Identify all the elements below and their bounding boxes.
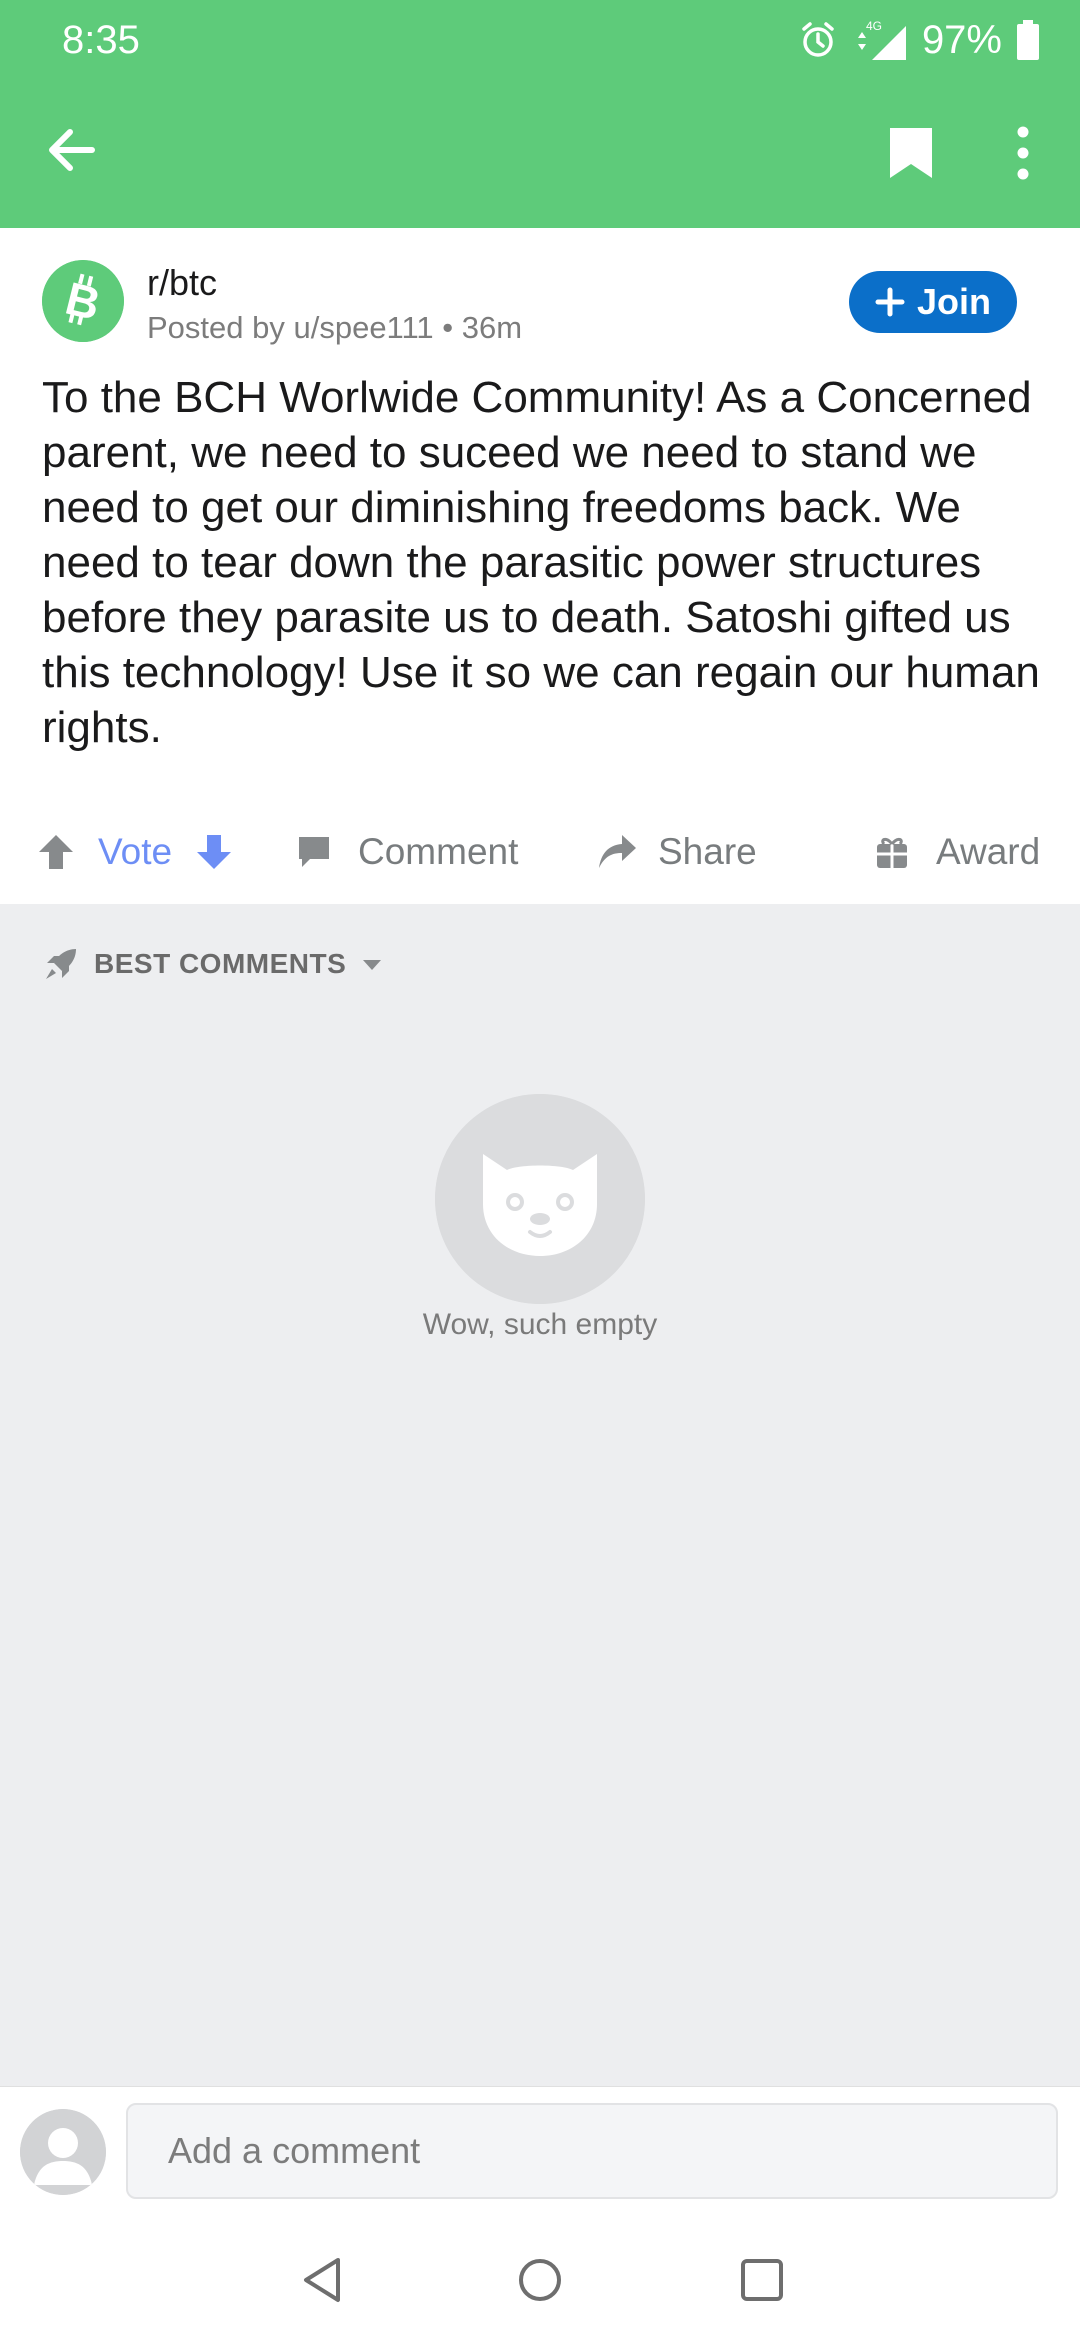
- upvote-icon[interactable]: [36, 832, 76, 872]
- vote-group: Vote: [36, 820, 234, 884]
- downvote-icon[interactable]: [194, 832, 234, 872]
- gift-icon: [877, 837, 907, 868]
- comment-label: Comment: [358, 831, 519, 872]
- chevron-down-icon: [363, 960, 382, 970]
- back-nav-icon[interactable]: [294, 2252, 350, 2308]
- subreddit-name[interactable]: r/btc: [147, 262, 217, 304]
- rocket-icon: [46, 949, 76, 979]
- user-avatar[interactable]: [20, 2109, 106, 2195]
- comment-sort-dropdown[interactable]: BEST COMMENTS: [42, 940, 384, 988]
- battery-icon: [1017, 20, 1039, 60]
- signal-icon: 4G: [857, 19, 906, 60]
- share-label: Share: [658, 831, 757, 872]
- app-header: 8:35 4G 97%: [0, 0, 1080, 228]
- post-body: To the BCH Worlwide Community! As a Conc…: [42, 373, 1040, 752]
- status-icons: 4G 97%: [798, 14, 1040, 66]
- home-nav-icon[interactable]: [512, 2252, 568, 2308]
- comment-icon: [299, 837, 329, 867]
- award-button[interactable]: Award: [874, 820, 1040, 884]
- more-vertical-icon[interactable]: [1008, 126, 1038, 180]
- bookmark-icon[interactable]: [884, 124, 938, 182]
- vote-label: Vote: [98, 831, 173, 872]
- comment-composer: [0, 2086, 1080, 2218]
- comment-button[interactable]: Comment: [296, 820, 518, 884]
- join-button[interactable]: Join: [849, 271, 1017, 333]
- empty-state-cat-icon: [435, 1094, 645, 1304]
- alarm-icon: [802, 22, 834, 57]
- recents-nav-icon[interactable]: [734, 2252, 790, 2308]
- post-actions: Vote Comment Share Award: [0, 820, 1080, 884]
- arrow-left-icon[interactable]: [44, 122, 100, 178]
- plus-icon: [875, 287, 905, 317]
- subreddit-avatar[interactable]: B: [42, 260, 124, 342]
- comment-input[interactable]: [126, 2103, 1058, 2199]
- share-icon: [599, 835, 636, 868]
- comments-section: BEST COMMENTS Wow, such empty: [0, 904, 1080, 2086]
- empty-state-text: Wow, such empty: [422, 1308, 658, 1341]
- battery-percent: 97%: [921, 17, 1002, 62]
- status-time: 8:35: [62, 18, 140, 62]
- post-meta[interactable]: Posted by u/spee111 • 36m: [147, 310, 522, 346]
- sort-label: BEST COMMENTS: [94, 948, 347, 979]
- system-nav-bar: [0, 2218, 1080, 2340]
- join-label: Join: [916, 281, 991, 322]
- network-label: 4G: [866, 19, 882, 33]
- award-label: Award: [936, 831, 1041, 872]
- share-button[interactable]: Share: [596, 820, 757, 884]
